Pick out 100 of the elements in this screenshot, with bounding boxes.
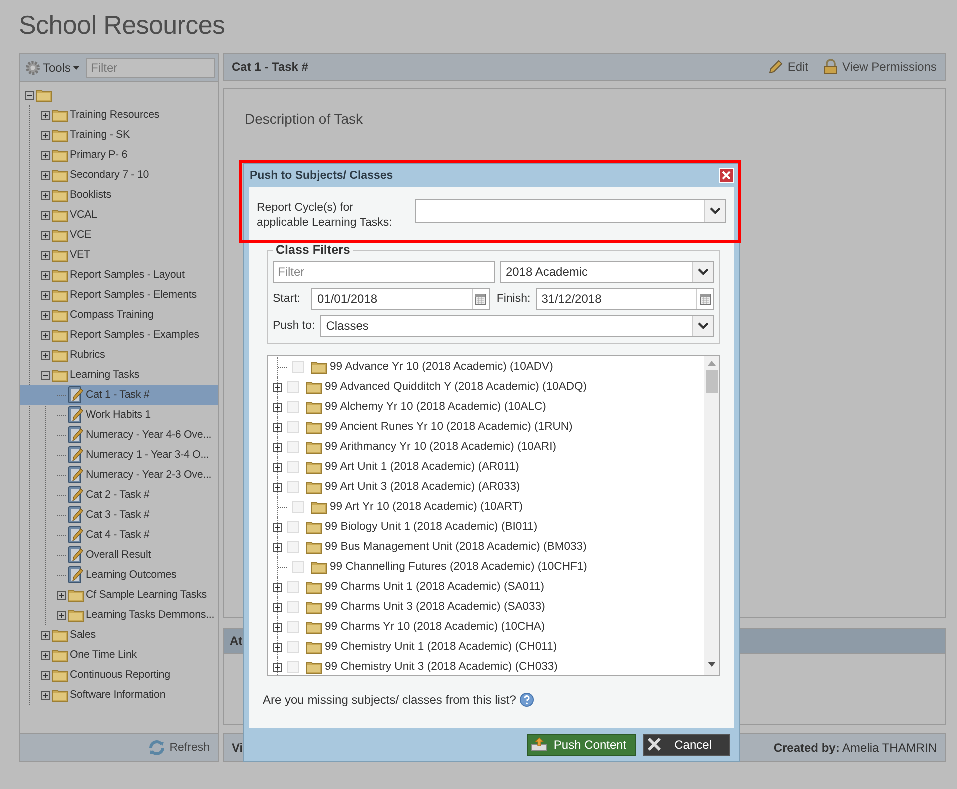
class-item[interactable]: 99 Alchemy Yr 10 (2018 Academic) (10ALC) <box>277 397 704 417</box>
expand-icon[interactable] <box>41 650 50 660</box>
expand-icon[interactable] <box>41 110 50 120</box>
class-item[interactable]: 99 Charms Yr 10 (2018 Academic) (10CHA) <box>277 617 704 637</box>
expand-icon[interactable] <box>273 662 282 672</box>
class-filter-field[interactable]: Filter <box>273 261 495 283</box>
expand-icon[interactable] <box>41 310 50 320</box>
tree-item[interactable]: Overall Result <box>20 545 218 565</box>
view-permissions-button[interactable]: View Permissions <box>822 59 937 75</box>
expand-icon[interactable] <box>273 462 282 472</box>
tree-item[interactable]: Work Habits 1 <box>20 405 218 425</box>
expand-icon[interactable] <box>41 170 50 180</box>
class-item[interactable]: 99 Charms Unit 1 (2018 Academic) (SA011) <box>277 577 704 597</box>
checkbox[interactable] <box>287 601 299 613</box>
tree-item[interactable]: Report Samples - Examples <box>20 325 218 345</box>
checkbox[interactable] <box>287 541 299 553</box>
tree-item[interactable]: Rubrics <box>20 345 218 365</box>
expand-icon[interactable] <box>273 382 282 392</box>
tree-item[interactable]: Primary P- 6 <box>20 145 218 165</box>
tree-item[interactable]: Training - SK <box>20 125 218 145</box>
checkbox[interactable] <box>287 381 299 393</box>
expand-icon[interactable] <box>273 402 282 412</box>
tree-item[interactable]: Compass Training <box>20 305 218 325</box>
class-item[interactable]: 99 Art Unit 1 (2018 Academic) (AR011) <box>277 457 704 477</box>
tree-item[interactable]: Cat 1 - Task # <box>20 385 218 405</box>
expand-icon[interactable] <box>41 190 50 200</box>
scrollbar[interactable] <box>704 356 719 675</box>
collapse-icon[interactable] <box>25 90 34 100</box>
tree-item[interactable]: Secondary 7 - 10 <box>20 165 218 185</box>
expand-icon[interactable] <box>41 230 50 240</box>
expand-icon[interactable] <box>41 270 50 280</box>
tree-item[interactable]: VCAL <box>20 205 218 225</box>
checkbox[interactable] <box>292 361 304 373</box>
expand-icon[interactable] <box>273 422 282 432</box>
class-item[interactable]: 99 Biology Unit 1 (2018 Academic) (BI011) <box>277 517 704 537</box>
checkbox[interactable] <box>287 481 299 493</box>
expand-icon[interactable] <box>57 590 66 600</box>
class-item[interactable]: 99 Channelling Futures (2018 Academic) (10CHF1) <box>277 557 704 577</box>
class-item[interactable]: 99 Advance Yr 10 (2018 Academic) (10ADV) <box>277 357 704 377</box>
class-item[interactable]: 99 Chemistry Unit 3 (2018 Academic) (CH033) <box>277 657 704 675</box>
tree-item[interactable]: One Time Link <box>20 645 218 665</box>
checkbox[interactable] <box>287 421 299 433</box>
class-item[interactable]: 99 Chemistry Unit 1 (2018 Academic) (CH011) <box>277 637 704 657</box>
expand-icon[interactable] <box>41 330 50 340</box>
class-item[interactable]: 99 Ancient Runes Yr 10 (2018 Academic) (1RUN) <box>277 417 704 437</box>
class-item[interactable]: 99 Art Yr 10 (2018 Academic) (10ART) <box>277 497 704 517</box>
class-item[interactable]: 99 Art Unit 3 (2018 Academic) (AR033) <box>277 477 704 497</box>
tree-item[interactable]: Cf Sample Learning Tasks <box>20 585 218 605</box>
edit-button[interactable]: Edit <box>768 59 809 75</box>
expand-icon[interactable] <box>41 350 50 360</box>
tree-item[interactable]: Cat 3 - Task # <box>20 505 218 525</box>
expand-icon[interactable] <box>41 210 50 220</box>
tools-menu-button[interactable]: Tools <box>25 60 80 76</box>
checkbox[interactable] <box>287 581 299 593</box>
checkbox[interactable] <box>287 641 299 653</box>
expand-icon[interactable] <box>273 582 282 592</box>
tree-item[interactable]: Learning Tasks <box>20 365 218 385</box>
checkbox[interactable] <box>287 461 299 473</box>
refresh-button[interactable]: Refresh <box>148 740 210 756</box>
tree-item[interactable]: Cat 2 - Task # <box>20 485 218 505</box>
expand-icon[interactable] <box>57 610 66 620</box>
expand-icon[interactable] <box>41 690 50 700</box>
tree-item[interactable]: Learning Tasks Demmons... <box>20 605 218 625</box>
start-date-field[interactable]: 01/01/2018 <box>311 288 490 310</box>
expand-icon[interactable] <box>273 542 282 552</box>
term-dropdown[interactable]: 2018 Academic <box>500 261 714 283</box>
checkbox[interactable] <box>292 501 304 513</box>
help-icon[interactable] <box>520 693 534 707</box>
tree-item[interactable]: Booklists <box>20 185 218 205</box>
class-item[interactable]: 99 Arithmancy Yr 10 (2018 Academic) (10ARI) <box>277 437 704 457</box>
scroll-thumb[interactable] <box>706 370 718 393</box>
expand-icon[interactable] <box>41 670 50 680</box>
expand-icon[interactable] <box>273 642 282 652</box>
tree-item[interactable]: Sales <box>20 625 218 645</box>
tree-item[interactable]: Numeracy - Year 2-3 Ove... <box>20 465 218 485</box>
close-button[interactable] <box>719 168 734 183</box>
checkbox[interactable] <box>287 661 299 673</box>
push-content-button[interactable]: Push Content <box>526 734 636 756</box>
tree-item[interactable]: Software Information <box>20 685 218 705</box>
cancel-button[interactable]: Cancel <box>642 734 730 756</box>
push-to-dropdown[interactable]: Classes <box>320 315 714 337</box>
expand-icon[interactable] <box>273 622 282 632</box>
expand-icon[interactable] <box>41 130 50 140</box>
tree-item[interactable]: Report Samples - Elements <box>20 285 218 305</box>
checkbox[interactable] <box>287 521 299 533</box>
tree-item[interactable]: Numeracy - Year 4-6 Ove... <box>20 425 218 445</box>
tree-item[interactable]: Cat 4 - Task # <box>20 525 218 545</box>
filter-field[interactable]: Filter <box>86 58 215 78</box>
class-item[interactable]: 99 Bus Management Unit (2018 Academic) (BM033) <box>277 537 704 557</box>
tree-item[interactable]: Continuous Reporting <box>20 665 218 685</box>
calendar-icon[interactable] <box>700 294 711 304</box>
tree-item[interactable]: Numeracy 1 - Year 3-4 O... <box>20 445 218 465</box>
scroll-down-icon[interactable] <box>708 662 716 667</box>
class-item[interactable]: 99 Charms Unit 3 (2018 Academic) (SA033) <box>277 597 704 617</box>
tree-item[interactable]: Report Samples - Layout <box>20 265 218 285</box>
expand-icon[interactable] <box>41 290 50 300</box>
expand-icon[interactable] <box>273 482 282 492</box>
expand-icon[interactable] <box>273 522 282 532</box>
calendar-icon[interactable] <box>475 294 486 304</box>
tree-item[interactable]: Learning Outcomes <box>20 565 218 585</box>
